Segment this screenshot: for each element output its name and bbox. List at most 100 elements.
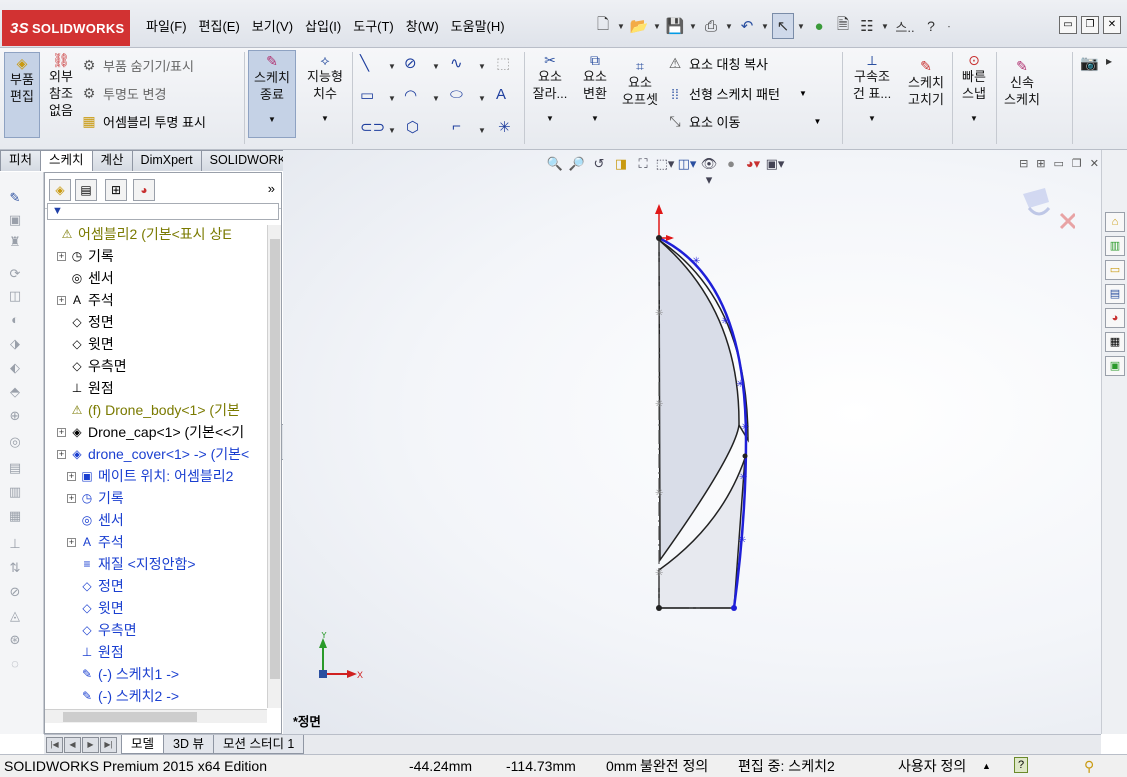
section-view-icon[interactable]: ⊛ xyxy=(6,632,24,650)
slot-tool-icon[interactable]: ⊂⊃ xyxy=(360,118,385,136)
search-commands-field[interactable]: 스.. xyxy=(892,13,918,39)
solidworks-logo[interactable]: 3S SOLIDWORKS xyxy=(2,10,130,46)
text-tool-icon[interactable]: A xyxy=(496,86,506,103)
polygon-tool-icon[interactable]: ⬡ xyxy=(406,118,419,136)
ellipse-tool-icon[interactable]: ⬭ xyxy=(450,86,463,103)
smart-dimension-dropdown-icon[interactable]: ▼ xyxy=(302,110,348,127)
tree-node[interactable]: ◇ 윗면 xyxy=(57,333,113,355)
help-icon[interactable]: ? xyxy=(920,13,942,39)
tree-node[interactable]: ≡ 재질 <지정안함> xyxy=(67,553,195,575)
expand-toggle-icon[interactable]: + xyxy=(57,427,66,437)
pattern-icon[interactable]: ▦ xyxy=(6,508,24,526)
convert-entities-button[interactable]: ⧉ 요소 변환 ▼ xyxy=(574,52,616,127)
display-manager-tab-icon[interactable]: ◕ xyxy=(133,179,155,201)
expand-toggle-icon[interactable]: + xyxy=(67,493,76,503)
command-tab[interactable]: DimXpert xyxy=(131,150,202,171)
hide-show-parts-button[interactable]: ⚙ 부품 숨기기/표시 xyxy=(80,56,194,75)
feature-manager-tab-icon[interactable]: ◈ xyxy=(49,179,71,201)
tree-node[interactable]: ⚠ (f) Drone_body<1> (기본 xyxy=(57,399,240,421)
wrap-icon[interactable]: ◎ xyxy=(6,434,24,452)
line-tool-icon[interactable]: ╲ xyxy=(360,54,369,72)
spline-dropdown-icon[interactable]: ▼ xyxy=(478,62,486,71)
bottom-tab[interactable]: 모션 스터디 1 xyxy=(212,735,305,754)
menu-item[interactable]: 도움말(H) xyxy=(445,16,511,38)
convert-dropdown-icon[interactable]: ▼ xyxy=(574,110,616,127)
custom-properties-icon[interactable]: ▦ xyxy=(1105,332,1125,352)
reference-geometry-icon[interactable]: ⇅ xyxy=(6,560,24,578)
spline-marker[interactable]: ✳ xyxy=(692,256,700,267)
solidworks-resources-icon[interactable]: ⌂ xyxy=(1105,212,1125,232)
sketch-point[interactable] xyxy=(731,605,737,611)
tree-node[interactable]: + A 주석 xyxy=(57,289,114,311)
circle-tool-icon[interactable]: ⊘ xyxy=(404,54,417,72)
ellipse-dropdown-icon[interactable]: ▼ xyxy=(478,94,486,103)
bottom-tab[interactable]: 모델 xyxy=(121,735,165,754)
tree-node[interactable]: ✎ (-) 스케치2 -> xyxy=(67,685,179,707)
tree-node[interactable]: ⊥ 원점 xyxy=(57,377,114,399)
sketch-point[interactable] xyxy=(742,453,748,459)
new-dropdown-icon[interactable]: ▼ xyxy=(616,22,626,31)
linear-pattern-dropdown-icon[interactable]: ▼ xyxy=(799,89,807,98)
fillet-dropdown-icon[interactable]: ▼ xyxy=(478,126,486,135)
hole-icon[interactable]: ▤ xyxy=(6,460,24,478)
loft-icon[interactable]: ◫ xyxy=(6,288,24,306)
curves-icon[interactable]: ⊘ xyxy=(6,584,24,602)
expand-toggle-icon[interactable]: + xyxy=(57,449,66,459)
expand-toggle-icon[interactable]: + xyxy=(57,295,66,305)
tree-scroll-thumb[interactable] xyxy=(270,239,280,679)
smart-dimension-button[interactable]: ⟡ 지능형 치수 ▼ xyxy=(302,52,348,127)
property-manager-tab-icon[interactable]: ▤ xyxy=(75,179,97,201)
fillet-tool-icon[interactable]: ⌐ xyxy=(452,118,461,135)
file-explorer-icon[interactable]: ▭ xyxy=(1105,260,1125,280)
tree-node[interactable]: + ◷ 기록 xyxy=(57,245,114,267)
exit-sketch-button[interactable]: ✎ 스케치 종료 ▼ xyxy=(248,50,296,138)
mirror-entities-button[interactable]: ⚠ 요소 대칭 복사 xyxy=(666,54,768,73)
spline-marker[interactable]: ✳ xyxy=(741,422,749,433)
relations-dropdown-icon[interactable]: ▼ xyxy=(846,110,898,127)
quick-snaps-dropdown-icon[interactable]: ▼ xyxy=(954,110,994,127)
open-folder-icon[interactable]: 📂 xyxy=(628,13,650,39)
tree-node[interactable]: ◇ 우측면 xyxy=(57,355,126,377)
tree-horizontal-scrollbar[interactable] xyxy=(45,709,267,723)
expand-toggle-icon[interactable]: + xyxy=(57,251,66,261)
spline-marker[interactable]: ✳ xyxy=(736,379,744,390)
spline-marker[interactable]: ✳ xyxy=(738,535,746,546)
tree-node[interactable]: + ◈ drone_cover<1> -> (기본< xyxy=(57,443,249,465)
save-icon[interactable]: 💾 xyxy=(664,13,686,39)
shell-icon[interactable]: ⬖ xyxy=(6,360,24,378)
arc-dropdown-icon[interactable]: ▼ xyxy=(432,94,440,103)
tree-node[interactable]: ◇ 정면 xyxy=(57,311,113,333)
chamfer-icon[interactable]: ⬗ xyxy=(6,336,24,354)
spline-marker[interactable]: ✳ xyxy=(739,472,747,483)
slot-dropdown-icon[interactable]: ▼ xyxy=(388,126,396,135)
no-external-references-button[interactable]: ⛓ 외부 참조 없음 xyxy=(44,52,78,119)
expand-toggle-icon[interactable]: + xyxy=(67,537,76,547)
revolve-icon[interactable]: ♜ xyxy=(6,234,24,252)
view-palette-icon[interactable]: ▤ xyxy=(1105,284,1125,304)
menu-item[interactable]: 보기(V) xyxy=(246,16,299,38)
change-transparency-button[interactable]: ⚙ 투명도 변경 xyxy=(80,84,167,103)
tree-node[interactable]: + ◷ 기록 xyxy=(67,487,124,509)
quick-tips-icon[interactable]: ? xyxy=(1014,757,1028,773)
menu-item[interactable]: 도구(T) xyxy=(347,16,400,38)
arc-tool-icon[interactable]: ◠ xyxy=(404,86,417,104)
linear-pattern-button[interactable]: ⁞⁞ 선형 스케치 패턴 ▼ xyxy=(666,84,807,103)
save-dropdown-icon[interactable]: ▼ xyxy=(688,22,698,31)
bottom-tab[interactable]: 3D 뷰 xyxy=(163,735,214,754)
trim-dropdown-icon[interactable]: ▼ xyxy=(528,110,572,127)
exit-sketch-dropdown-icon[interactable]: ▼ xyxy=(249,111,295,128)
rectangle-dropdown-icon[interactable]: ▼ xyxy=(388,94,396,103)
display-relations-button[interactable]: ⟂ 구속조 건 표... ▼ xyxy=(846,52,898,127)
sketch-tool-icon[interactable]: ✎ xyxy=(6,190,24,208)
camera-icon[interactable]: 📷 xyxy=(1080,54,1099,72)
menu-item[interactable]: 창(W) xyxy=(400,16,445,38)
move-entities-button[interactable]: ⤡ 요소 이동 ▼ xyxy=(666,112,821,131)
move-dropdown-icon[interactable]: ▼ xyxy=(813,117,821,126)
tree-vertical-scrollbar[interactable] xyxy=(267,225,281,708)
tree-node[interactable]: + ▣ 메이트 위치: 어셈블리2 xyxy=(67,465,233,487)
last-tab-icon[interactable]: ▶| xyxy=(100,736,117,753)
tree-node[interactable]: + A 주석 xyxy=(67,531,124,553)
mirror-tool-icon[interactable]: ⊥ xyxy=(6,536,24,554)
circle-dropdown-icon[interactable]: ▼ xyxy=(432,62,440,71)
draft-icon[interactable]: ⬘ xyxy=(6,384,24,402)
